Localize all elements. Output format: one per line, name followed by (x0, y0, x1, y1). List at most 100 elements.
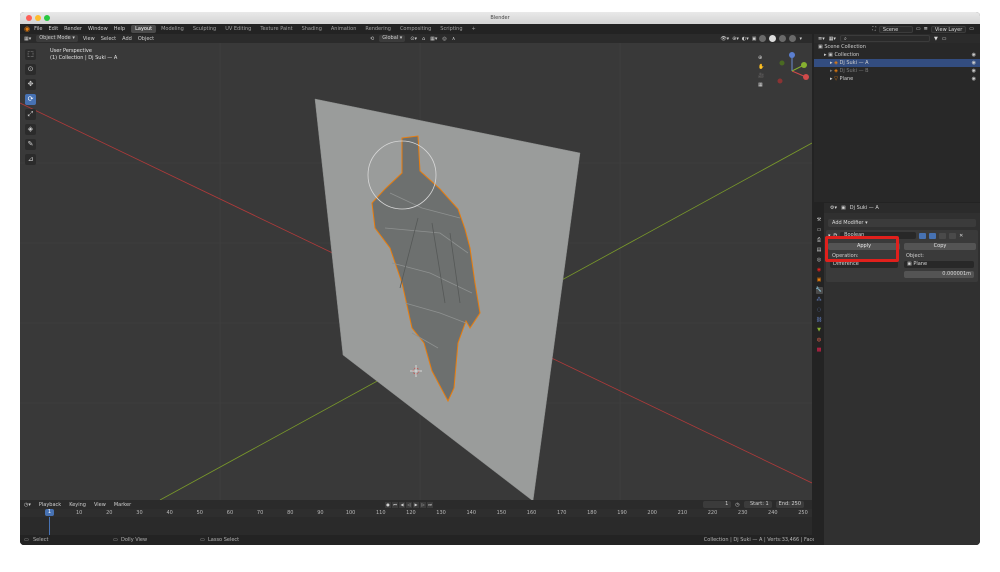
falloff-icon[interactable]: ∧ (452, 36, 456, 42)
rotate-tool-icon[interactable]: ⟳ (25, 94, 36, 105)
timeline-menu-view[interactable]: View (94, 502, 106, 508)
properties-editor-type-icon[interactable]: ⚙▾ (830, 205, 837, 211)
frame-ruler[interactable]: 0102030405060708090100110120130140150160… (20, 509, 812, 517)
tool-tab-icon[interactable]: ⚒ (816, 217, 823, 224)
outliner-row[interactable]: ▸ ▣ Collection ◉ (814, 51, 980, 59)
overlap-threshold-field[interactable]: 0.000001m (904, 271, 974, 278)
visibility-eye-icon[interactable]: ◉ (972, 59, 976, 67)
close-window-button[interactable] (26, 15, 32, 21)
solid-shading-icon[interactable] (769, 35, 777, 42)
filter-icon[interactable]: ▼ (934, 36, 938, 42)
snap-icon[interactable]: ⌂ (422, 36, 425, 42)
copy-button[interactable]: Copy (904, 243, 976, 250)
constraints-tab-icon[interactable]: ⛓ (816, 317, 823, 324)
menu-window[interactable]: Window (88, 26, 108, 32)
measure-tool-icon[interactable]: ⊿ (25, 154, 36, 165)
viewport-menu-add[interactable]: Add (122, 36, 132, 42)
scene-options-icon[interactable]: ▭ (916, 26, 921, 32)
editor-type-icon[interactable]: ▦▾ (24, 36, 31, 42)
move-down-button[interactable] (949, 232, 957, 239)
menu-render[interactable]: Render (64, 26, 82, 32)
outliner-root[interactable]: ▣ Scene Collection (814, 43, 980, 51)
play-reverse-button[interactable]: ◁ (406, 501, 412, 508)
menu-edit[interactable]: Edit (48, 26, 58, 32)
tab-animation[interactable]: Animation (327, 25, 361, 33)
tab-shading[interactable]: Shading (298, 25, 326, 33)
start-frame-field[interactable]: Start: 1 (743, 501, 772, 508)
add-modifier-button[interactable]: Add Modifier ▾ (828, 219, 976, 227)
visibility-eye-icon[interactable]: ◉ (972, 75, 976, 83)
texture-tab-icon[interactable]: ▩ (816, 347, 823, 354)
prev-keyframe-button[interactable]: ◀ (399, 501, 405, 508)
scale-tool-icon[interactable]: ⤢ (25, 109, 36, 120)
playhead[interactable]: 1 (45, 509, 54, 516)
output-tab-icon[interactable]: ⎙ (816, 237, 823, 244)
tab-rendering[interactable]: Rendering (361, 25, 395, 33)
outliner-search-input[interactable]: ⌕ (839, 35, 930, 42)
data-tab-icon[interactable]: ▼ (816, 327, 823, 334)
wireframe-shading-icon[interactable] (759, 35, 767, 42)
timeline-editor-type-icon[interactable]: ◷▾ (24, 502, 31, 508)
tab-sculpting[interactable]: Sculpting (189, 25, 220, 33)
jump-end-button[interactable]: ⏭ (427, 501, 433, 508)
xray-icon[interactable]: ▣ (752, 36, 757, 42)
tab-uv-editing[interactable]: UV Editing (221, 25, 255, 33)
transform-tool-icon[interactable]: ◈ (25, 124, 36, 135)
pan-view-icon[interactable]: ✋ (758, 64, 764, 70)
rendered-shading-icon[interactable] (789, 35, 797, 42)
new-collection-icon[interactable]: ▭ (942, 36, 947, 42)
show-render-toggle[interactable] (929, 232, 937, 239)
move-up-button[interactable] (939, 232, 947, 239)
viewport-scene[interactable] (20, 43, 812, 500)
viewport-menu-object[interactable]: Object (138, 36, 154, 42)
outliner-editor-type-icon[interactable]: ≣▾ (818, 36, 825, 42)
tab-layout[interactable]: Layout (131, 25, 157, 33)
blender-logo-icon[interactable]: ◉ (24, 25, 30, 33)
tab-texture-paint[interactable]: Texture Paint (256, 25, 296, 33)
remove-modifier-icon[interactable]: ✕ (959, 233, 963, 239)
minimize-window-button[interactable] (35, 15, 41, 21)
tab-modeling[interactable]: Modeling (157, 25, 188, 33)
material-shading-icon[interactable] (779, 35, 787, 42)
timeline-menu-marker[interactable]: Marker (114, 502, 131, 508)
outliner-row[interactable]: ▸ ▽ Plane ◉ (814, 75, 980, 83)
visibility-icon[interactable]: 👁▾ (720, 36, 729, 42)
visibility-eye-icon[interactable]: ◉ (972, 51, 976, 59)
viewport-menu-select[interactable]: Select (101, 36, 116, 42)
view-layer-tab-icon[interactable]: ▤ (816, 247, 823, 254)
play-button[interactable]: ▶ (413, 501, 419, 508)
material-tab-icon[interactable]: ◍ (816, 337, 823, 344)
tab-add-workspace[interactable]: + (468, 25, 480, 33)
operation-select[interactable]: Difference (830, 261, 898, 268)
world-tab-icon[interactable]: ◉ (816, 267, 823, 274)
show-viewport-toggle[interactable] (919, 232, 927, 239)
object-field[interactable]: ▣ Plane (904, 261, 974, 268)
clock-icon[interactable]: ◷ (735, 502, 739, 508)
snap-target-icon[interactable]: ▦▾ (430, 36, 437, 42)
orientation-dropdown[interactable]: Global ▾ (379, 35, 406, 42)
zoom-window-button[interactable] (44, 15, 50, 21)
object-tab-icon[interactable]: ▣ (816, 277, 823, 284)
menu-file[interactable]: File (34, 26, 42, 32)
overlay-icon[interactable]: ◐▾ (742, 36, 749, 42)
camera-view-icon[interactable]: 🎥 (758, 73, 764, 79)
annotate-tool-icon[interactable]: ✎ (25, 139, 36, 150)
gizmo-icon[interactable]: ⊕▾ (732, 36, 739, 42)
timeline-menu-keying[interactable]: Keying (69, 502, 86, 508)
view-layer-field[interactable]: View Layer (930, 25, 967, 33)
menu-help[interactable]: Help (114, 26, 125, 32)
current-frame-field[interactable]: 1 (703, 501, 732, 508)
scene-tab-icon[interactable]: ◎ (816, 257, 823, 264)
particles-tab-icon[interactable]: ⁂ (816, 297, 823, 304)
move-tool-icon[interactable]: ✥ (25, 79, 36, 90)
scene-field[interactable]: Scene (878, 25, 913, 33)
visibility-eye-icon[interactable]: ◉ (972, 67, 976, 75)
3d-viewport[interactable]: User Perspective (1) Collection | Dj Suk… (20, 43, 812, 500)
mode-dropdown[interactable]: Object Mode ▾ (36, 35, 78, 42)
timeline-menu-playback[interactable]: Playback (39, 502, 61, 508)
cursor-tool-icon[interactable]: ⊙ (25, 64, 36, 75)
next-keyframe-button[interactable]: ▷ (420, 501, 426, 508)
physics-tab-icon[interactable]: ◌ (816, 307, 823, 314)
tab-compositing[interactable]: Compositing (396, 25, 435, 33)
viewport-menu-view[interactable]: View (83, 36, 95, 42)
